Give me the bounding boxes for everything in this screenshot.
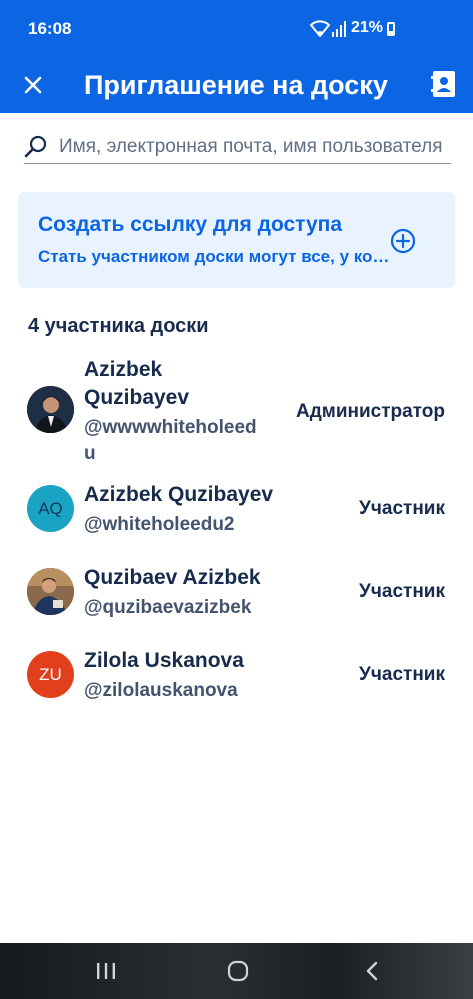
add-circle-icon[interactable]	[390, 228, 416, 254]
avatar: ZU	[27, 651, 74, 698]
avatar-initials: ZU	[39, 664, 62, 684]
member-row[interactable]: Quzibaev Azizbek @quzibaevazizbek Участн…	[0, 564, 473, 624]
wifi-icon	[310, 20, 330, 37]
member-username: @wwwwhiteholeed u	[84, 417, 257, 464]
close-button[interactable]	[18, 70, 48, 100]
member-name: Quzibaev Azizbek	[84, 566, 261, 589]
member-row[interactable]: ZU Zilola Uskanova @zilolauskanova Участ…	[0, 647, 473, 707]
create-link-subtitle: Стать участником доски могут все, у кого…	[38, 247, 393, 266]
member-role[interactable]: Администратор	[296, 401, 445, 423]
member-username: @whiteholeedu2	[84, 514, 235, 535]
avatar-initials: AQ	[38, 498, 63, 518]
signal-icon	[332, 21, 346, 37]
status-bar: 16:08 21%	[0, 0, 473, 58]
member-name: Azizbek Quzibayev	[84, 358, 190, 409]
create-link-title: Создать ссылку для доступа	[38, 213, 343, 236]
close-icon	[24, 76, 42, 94]
battery-level: 21%	[351, 19, 384, 36]
avatar	[27, 568, 74, 615]
member-row[interactable]: Azizbek Quzibayev @wwwwhiteholeed u Адми…	[0, 356, 473, 468]
home-button[interactable]	[222, 957, 254, 985]
system-nav-bar	[0, 943, 473, 999]
profile-photo	[27, 386, 74, 433]
avatar: AQ	[27, 485, 74, 532]
page-title: Приглашение на доску	[84, 70, 388, 100]
member-username: @quzibaevazizbek	[84, 597, 252, 618]
members-count-heading: 4 участника доски	[28, 315, 209, 337]
member-role[interactable]: Участник	[359, 664, 445, 686]
contact-book-icon	[431, 71, 455, 97]
profile-photo	[27, 568, 74, 615]
create-link-card[interactable]: Создать ссылку для доступа Стать участни…	[18, 192, 455, 288]
avatar	[27, 386, 74, 433]
member-name: Zilola Uskanova	[84, 649, 244, 672]
app-bar: Приглашение на доску	[0, 58, 473, 113]
search-icon	[24, 135, 47, 158]
home-icon	[227, 960, 249, 982]
back-button[interactable]	[358, 957, 386, 985]
status-time: 16:08	[28, 19, 72, 38]
recent-apps-button[interactable]	[92, 957, 120, 985]
contacts-button[interactable]	[430, 68, 458, 100]
member-row[interactable]: AQ Azizbek Quzibayev @whiteholeedu2 Учас…	[0, 481, 473, 541]
member-username: @zilolauskanova	[84, 680, 238, 701]
member-role[interactable]: Участник	[359, 498, 445, 520]
member-role[interactable]: Участник	[359, 581, 445, 603]
battery-icon	[387, 22, 395, 36]
search-bar	[24, 133, 451, 164]
search-input[interactable]	[59, 133, 451, 161]
recent-apps-icon	[97, 963, 115, 979]
member-name: Azizbek Quzibayev	[84, 483, 274, 506]
back-icon	[366, 961, 378, 981]
